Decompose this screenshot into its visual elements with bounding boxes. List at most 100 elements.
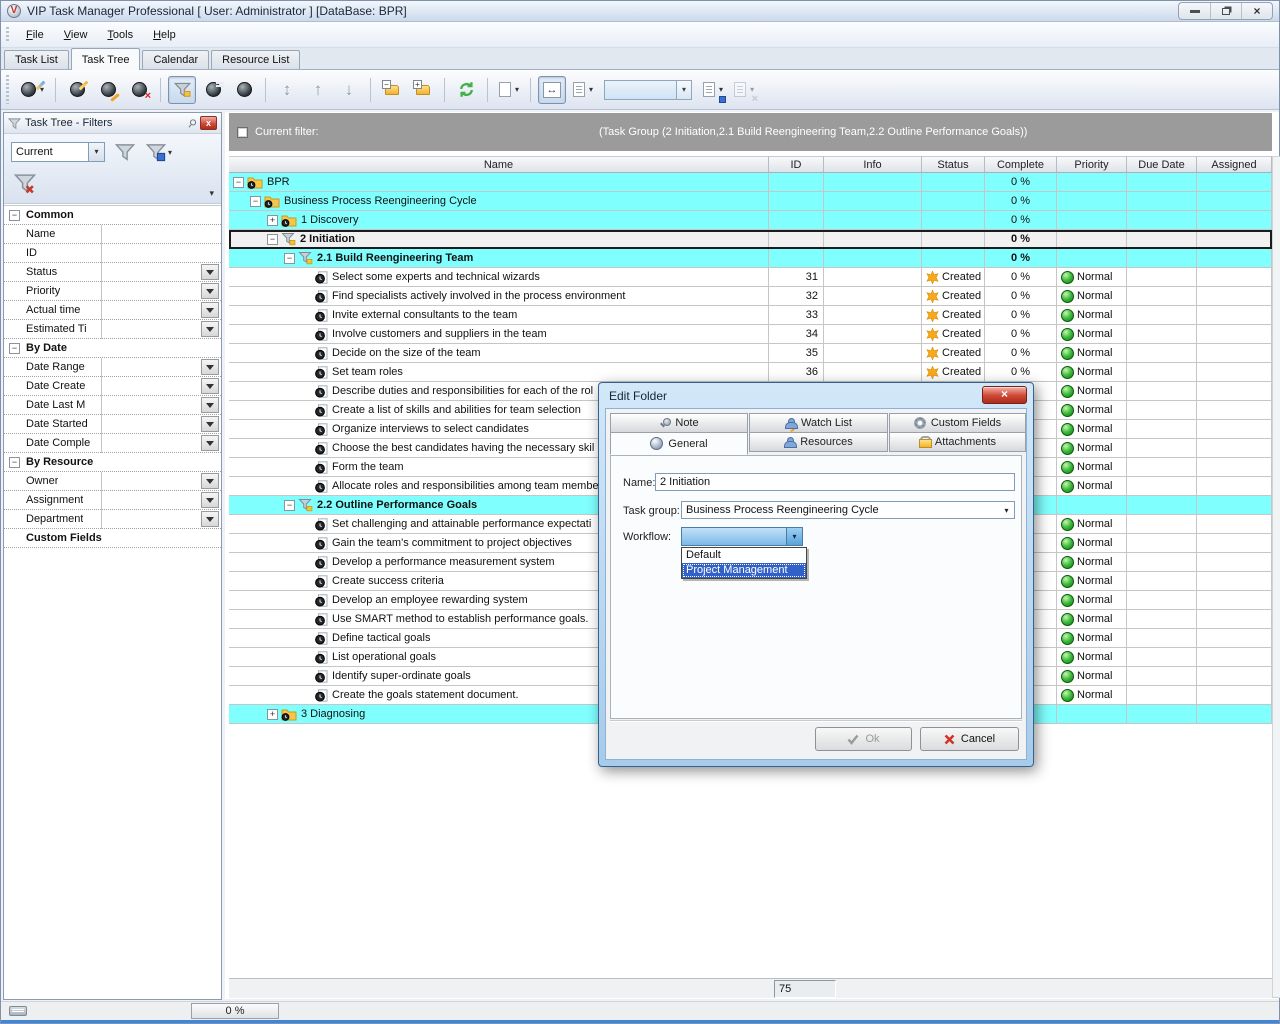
- filter-field-dropdown-button[interactable]: [201, 397, 219, 413]
- tab-resources[interactable]: Resources: [749, 432, 888, 452]
- table-row[interactable]: −2 Initiation0 %: [229, 230, 1272, 249]
- edit-task-button[interactable]: [94, 76, 122, 104]
- refresh-button[interactable]: [452, 76, 480, 104]
- apply-filter-button[interactable]: [110, 139, 140, 165]
- delete-task-button[interactable]: ×: [125, 76, 153, 104]
- folder-name-input[interactable]: [655, 473, 1015, 491]
- tab-watch-list[interactable]: Watch List: [749, 413, 888, 433]
- column-header-id[interactable]: ID: [769, 156, 824, 173]
- workflow-option-default[interactable]: Default: [682, 548, 806, 563]
- tab-task-tree[interactable]: Task Tree: [71, 48, 141, 70]
- tab-custom-fields[interactable]: Custom Fields: [889, 413, 1026, 433]
- collapse-icon[interactable]: −: [233, 177, 244, 188]
- filter-field-dropdown-button[interactable]: [201, 492, 219, 508]
- clear-filter-button[interactable]: [10, 170, 40, 196]
- table-row[interactable]: Find specialists actively involved in th…: [229, 287, 1272, 306]
- filter-field-dropdown-button[interactable]: [201, 302, 219, 318]
- column-header-due-date[interactable]: Due Date: [1127, 156, 1197, 173]
- move-up-button[interactable]: ↑: [304, 76, 332, 104]
- filter-field-name[interactable]: Name: [4, 225, 221, 244]
- filter-field-dropdown-button[interactable]: [201, 416, 219, 432]
- filter-field-value[interactable]: [101, 244, 221, 263]
- restore-button[interactable]: [1210, 3, 1241, 19]
- table-row[interactable]: Invite external consultants to the team3…: [229, 306, 1272, 325]
- filter-field-dropdown-button[interactable]: [201, 378, 219, 394]
- collapse-icon[interactable]: −: [9, 343, 20, 354]
- filter-button[interactable]: [168, 76, 196, 104]
- column-header-complete[interactable]: Complete: [985, 156, 1057, 173]
- table-row[interactable]: Select some experts and technical wizard…: [229, 268, 1272, 287]
- filter-field-date-comple[interactable]: Date Comple: [4, 434, 221, 453]
- workflow-option-project-management[interactable]: Project Management: [682, 563, 806, 578]
- filter-section-by-date[interactable]: −By Date: [4, 339, 221, 358]
- task-group-combobox[interactable]: Business Process Reengineering Cycle ▾: [681, 501, 1015, 519]
- collapse-icon[interactable]: −: [9, 210, 20, 221]
- tab-resource-list[interactable]: Resource List: [211, 50, 300, 69]
- export-button[interactable]: ▾: [495, 76, 523, 104]
- filter-field-priority[interactable]: Priority: [4, 282, 221, 301]
- filter-checkbox[interactable]: [237, 127, 248, 138]
- new-subtask-button[interactable]: [63, 76, 91, 104]
- minimize-button[interactable]: [1179, 3, 1210, 19]
- filter-section-custom-fields[interactable]: Custom Fields: [4, 529, 221, 548]
- table-row[interactable]: −2.1 Build Reengineering Team0 %: [229, 249, 1272, 268]
- tab-attachments[interactable]: Attachments: [889, 432, 1026, 452]
- dialog-close-button[interactable]: ×: [982, 386, 1027, 404]
- filter-field-status[interactable]: Status: [4, 263, 221, 282]
- filter-field-date-last-m[interactable]: Date Last M: [4, 396, 221, 415]
- filters-toolbar-caret-icon[interactable]: ▾: [209, 188, 214, 199]
- collapse-icon[interactable]: −: [284, 500, 295, 511]
- ok-button[interactable]: Ok: [815, 727, 912, 751]
- filter-field-dropdown-button[interactable]: [201, 473, 219, 489]
- table-row[interactable]: −Business Process Reengineering Cycle0 %: [229, 192, 1272, 211]
- filter-field-id[interactable]: ID: [4, 244, 221, 263]
- filter-field-estimated-ti[interactable]: Estimated Ti: [4, 320, 221, 339]
- overflow-button[interactable]: [761, 76, 789, 104]
- new-task-button[interactable]: ▾: [17, 76, 48, 104]
- tab-task-list[interactable]: Task List: [4, 50, 69, 69]
- close-button[interactable]: ×: [1241, 3, 1272, 19]
- cancel-button[interactable]: Cancel: [920, 727, 1019, 751]
- filter-field-dropdown-button[interactable]: [201, 359, 219, 375]
- title-bar[interactable]: V VIP Task Manager Professional [ User: …: [1, 1, 1279, 22]
- filters-close-button[interactable]: x: [200, 116, 217, 130]
- filter-field-assignment[interactable]: Assignment: [4, 491, 221, 510]
- collapse-all-button[interactable]: −: [378, 76, 406, 104]
- collapse-icon[interactable]: −: [284, 253, 295, 264]
- collapse-icon[interactable]: −: [267, 234, 278, 245]
- table-row[interactable]: −BPR0 %: [229, 173, 1272, 192]
- collapse-icon[interactable]: −: [9, 457, 20, 468]
- tab-calendar[interactable]: Calendar: [142, 50, 209, 69]
- filter-field-dropdown-button[interactable]: [201, 283, 219, 299]
- filter-field-date-started[interactable]: Date Started: [4, 415, 221, 434]
- menu-help[interactable]: Help: [144, 26, 185, 44]
- workflow-dropdown-icon[interactable]: ▾: [786, 528, 802, 545]
- vertical-scrollbar[interactable]: [1272, 156, 1280, 998]
- filter-field-department[interactable]: Department: [4, 510, 221, 529]
- expand-all-button[interactable]: +: [409, 76, 437, 104]
- dialog-title-bar[interactable]: Edit Folder: [599, 383, 1033, 408]
- filter-field-date-range[interactable]: Date Range: [4, 358, 221, 377]
- table-row[interactable]: Decide on the size of the team35Created0…: [229, 344, 1272, 363]
- collapse-icon[interactable]: −: [250, 196, 261, 207]
- menu-view[interactable]: View: [55, 26, 97, 44]
- delete-view-button[interactable]: ×▾: [730, 76, 758, 104]
- column-header-name[interactable]: Name: [229, 156, 769, 173]
- filters-panel-header[interactable]: Task Tree - Filters ⚲ x: [4, 113, 221, 134]
- complete-task-button[interactable]: [199, 76, 227, 104]
- column-header-status[interactable]: Status: [922, 156, 985, 173]
- expand-icon[interactable]: +: [267, 215, 278, 226]
- filter-field-dropdown-button[interactable]: [201, 511, 219, 527]
- update-task-button[interactable]: ↑: [230, 76, 258, 104]
- filter-field-value[interactable]: [101, 225, 221, 244]
- filter-field-dropdown-button[interactable]: [201, 435, 219, 451]
- filter-field-actual-time[interactable]: Actual time: [4, 301, 221, 320]
- filter-field-date-create[interactable]: Date Create: [4, 377, 221, 396]
- tab-general[interactable]: General: [610, 432, 748, 455]
- filter-preset-dropdown-icon[interactable]: ▾: [88, 143, 104, 161]
- expand-icon[interactable]: +: [267, 709, 278, 720]
- move-down-button[interactable]: ↓: [335, 76, 363, 104]
- task-group-dropdown-icon[interactable]: ▾: [999, 502, 1014, 518]
- column-header-assigned[interactable]: Assigned: [1197, 156, 1272, 173]
- menu-file[interactable]: File: [17, 26, 53, 44]
